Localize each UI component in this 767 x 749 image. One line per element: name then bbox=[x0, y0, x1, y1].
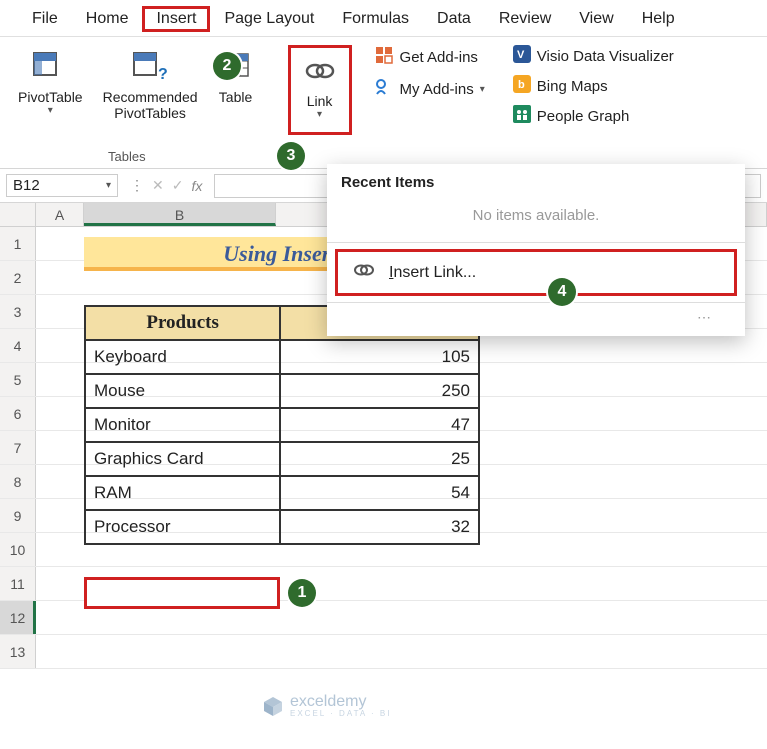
watermark-icon bbox=[262, 695, 284, 717]
my-addins-button[interactable]: My Add-ins ▾ bbox=[374, 77, 485, 101]
row-header[interactable]: 1 bbox=[0, 227, 36, 260]
ribbon-group-tables-label: Tables bbox=[108, 149, 146, 164]
chevron-down-icon: ▾ bbox=[48, 105, 53, 117]
cell-unitsold[interactable]: 32 bbox=[280, 510, 479, 544]
recpivot-label-1: Recommended bbox=[103, 89, 198, 105]
cell-product[interactable]: Processor bbox=[85, 510, 280, 544]
dropdown-empty-text: No items available. bbox=[327, 197, 745, 242]
row-header[interactable]: 8 bbox=[0, 465, 36, 498]
menu-data[interactable]: Data bbox=[423, 6, 485, 32]
people-graph-label: People Graph bbox=[537, 108, 630, 125]
step-badge-3: 3 bbox=[277, 142, 305, 170]
row-header[interactable]: 6 bbox=[0, 397, 36, 430]
cell-product[interactable]: Mouse bbox=[85, 374, 280, 408]
my-addins-label: My Add-ins bbox=[400, 81, 474, 98]
visio-button[interactable]: V Visio Data Visualizer bbox=[513, 45, 674, 67]
link-icon bbox=[353, 261, 375, 284]
table-label: Table bbox=[219, 89, 252, 105]
row-header[interactable]: 9 bbox=[0, 499, 36, 532]
row-header[interactable]: 10 bbox=[0, 533, 36, 566]
recpivot-label-2: PivotTables bbox=[114, 105, 186, 121]
menu-formulas[interactable]: Formulas bbox=[328, 6, 423, 32]
pivottable-icon bbox=[32, 49, 68, 85]
data-table: Products Unit Sold Keyboard105Mouse250Mo… bbox=[84, 305, 480, 545]
link-icon bbox=[302, 53, 338, 89]
menu-view[interactable]: View bbox=[565, 6, 627, 32]
step-badge-4: 4 bbox=[548, 278, 576, 306]
step-badge-2: 2 bbox=[213, 52, 241, 80]
row-header[interactable]: 12 bbox=[0, 601, 36, 634]
insert-link-item[interactable]: Insert Link... bbox=[335, 249, 737, 296]
link-button-highlight: Link▾ bbox=[288, 45, 352, 135]
menu-review[interactable]: Review bbox=[485, 6, 565, 32]
name-box[interactable]: B12 ▾ bbox=[6, 174, 118, 197]
cell-product[interactable]: Keyboard bbox=[85, 340, 280, 374]
th-products: Products bbox=[85, 306, 280, 340]
people-graph-button[interactable]: People Graph bbox=[513, 105, 674, 127]
link-button[interactable]: Link▾ bbox=[292, 49, 348, 131]
get-addins-label: Get Add-ins bbox=[400, 49, 478, 66]
name-box-value: B12 bbox=[13, 177, 40, 194]
get-addins-button[interactable]: Get Add-ins bbox=[374, 45, 485, 69]
fx-icon[interactable]: fx bbox=[191, 178, 202, 194]
cell-unitsold[interactable]: 250 bbox=[280, 374, 479, 408]
row-header[interactable]: 5 bbox=[0, 363, 36, 396]
recommended-pivottables-icon: ? bbox=[132, 49, 168, 85]
insert-link-label: nsert Link... bbox=[393, 264, 476, 281]
row-header[interactable]: 7 bbox=[0, 431, 36, 464]
dropdown-vsep: ⋮ bbox=[130, 177, 144, 194]
cell-unitsold[interactable]: 54 bbox=[280, 476, 479, 510]
watermark-sub: EXCEL · DATA · BI bbox=[290, 710, 391, 718]
cell-unitsold[interactable]: 25 bbox=[280, 442, 479, 476]
accept-formula-icon[interactable]: ✓ bbox=[172, 177, 184, 194]
recommended-pivottables-button[interactable]: ? RecommendedPivotTables bbox=[97, 45, 204, 127]
svg-text:V: V bbox=[517, 49, 525, 61]
pivottable-button[interactable]: PivotTable▾ bbox=[12, 45, 89, 127]
chevron-down-icon: ▾ bbox=[106, 180, 111, 191]
svg-text:?: ? bbox=[158, 66, 168, 83]
selected-cell-b12[interactable] bbox=[84, 577, 280, 609]
bing-label: Bing Maps bbox=[537, 78, 608, 95]
menu-page-layout[interactable]: Page Layout bbox=[210, 6, 328, 32]
step-badge-1: 1 bbox=[288, 579, 316, 607]
col-header-B[interactable]: B bbox=[84, 203, 276, 226]
select-all-corner[interactable] bbox=[0, 203, 36, 226]
chevron-down-icon: ▾ bbox=[317, 109, 322, 121]
cancel-formula-icon[interactable]: ✕ bbox=[152, 177, 164, 194]
row-header[interactable]: 13 bbox=[0, 635, 36, 668]
link-dropdown: Recent Items No items available. Insert … bbox=[327, 164, 745, 336]
svg-text:b: b bbox=[518, 79, 525, 91]
cell-product[interactable]: Monitor bbox=[85, 408, 280, 442]
chevron-down-icon: ▾ bbox=[480, 84, 485, 95]
cell-product[interactable]: Graphics Card bbox=[85, 442, 280, 476]
row-header[interactable]: 4 bbox=[0, 329, 36, 362]
menu-bar: File Home Insert Page Layout Formulas Da… bbox=[0, 0, 767, 37]
menu-help[interactable]: Help bbox=[628, 6, 689, 32]
dropdown-title: Recent Items bbox=[327, 164, 745, 197]
watermark-name: exceldemy bbox=[290, 694, 391, 710]
ribbon-insert: PivotTable▾ ? RecommendedPivotTables Tab… bbox=[0, 37, 767, 169]
row-header[interactable]: 2 bbox=[0, 261, 36, 294]
cell-unitsold[interactable]: 105 bbox=[280, 340, 479, 374]
menu-home[interactable]: Home bbox=[72, 6, 143, 32]
get-addins-icon bbox=[374, 45, 394, 69]
row-header[interactable]: 3 bbox=[0, 295, 36, 328]
link-label: Link bbox=[307, 93, 333, 109]
visio-icon: V bbox=[513, 45, 531, 67]
menu-insert[interactable]: Insert bbox=[142, 6, 210, 32]
bing-icon: b bbox=[513, 75, 531, 97]
cell-product[interactable]: RAM bbox=[85, 476, 280, 510]
people-graph-icon bbox=[513, 105, 531, 127]
col-header-A[interactable]: A bbox=[36, 203, 84, 226]
row-header[interactable]: 11 bbox=[0, 567, 36, 600]
cell-unitsold[interactable]: 47 bbox=[280, 408, 479, 442]
my-addins-icon bbox=[374, 77, 394, 101]
menu-file[interactable]: File bbox=[18, 6, 72, 32]
watermark: exceldemy EXCEL · DATA · BI bbox=[262, 694, 391, 718]
pivottable-label: PivotTable bbox=[18, 89, 83, 105]
dropdown-more[interactable]: ⋯ bbox=[327, 303, 745, 336]
bing-maps-button[interactable]: b Bing Maps bbox=[513, 75, 674, 97]
visio-label: Visio Data Visualizer bbox=[537, 48, 674, 65]
